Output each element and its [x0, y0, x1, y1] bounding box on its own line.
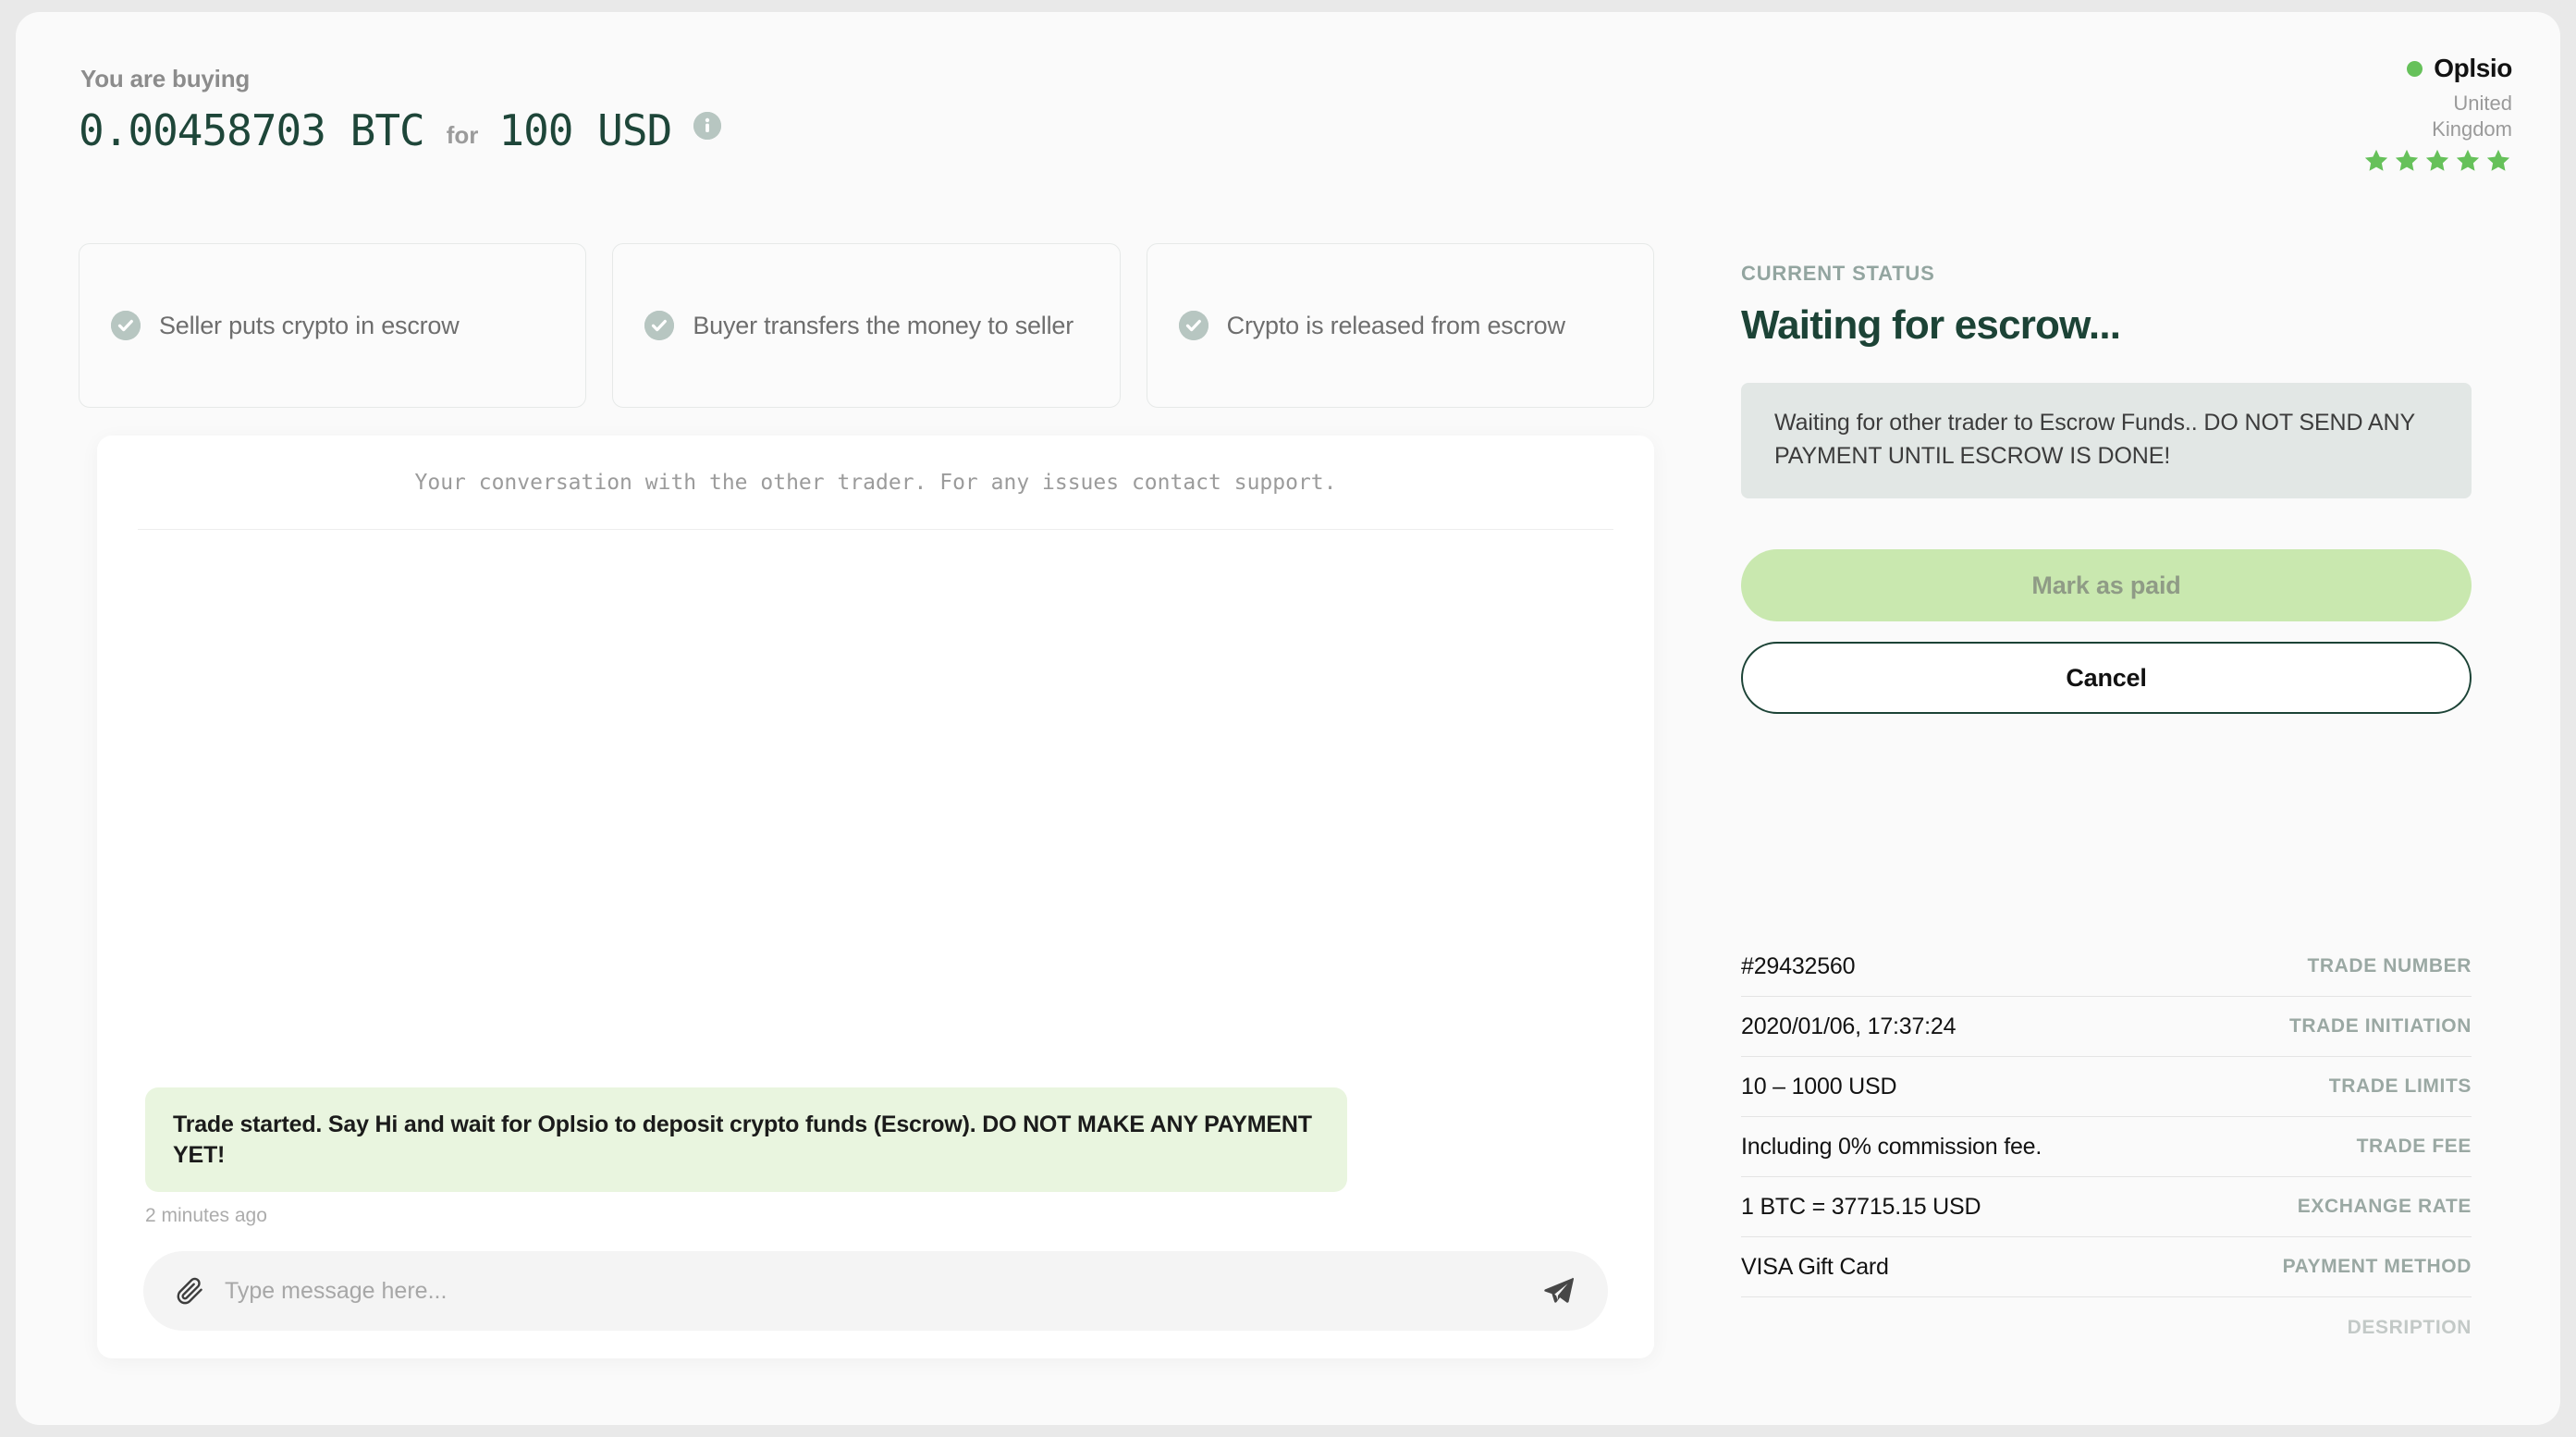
chat-message-list: Trade started. Say Hi and wait for Oplsi…: [97, 530, 1654, 1260]
detail-key: TRADE NUMBER: [2307, 955, 2472, 976]
table-row: #29432560 TRADE NUMBER: [1741, 937, 2472, 997]
step-label: Seller puts crypto in escrow: [159, 311, 460, 339]
table-row: Including 0% commission fee. TRADE FEE: [1741, 1117, 2472, 1177]
cancel-button[interactable]: Cancel: [1741, 642, 2472, 714]
send-icon[interactable]: [1541, 1273, 1576, 1308]
trader-brand: Oplsio United Kingdom: [2272, 54, 2512, 175]
page-header: You are buying 0.00458703 BTC for 100 US…: [16, 12, 2560, 197]
detail-value: 2020/01/06, 17:37:24: [1741, 1013, 1957, 1039]
trade-steps: Seller puts crypto in escrow Buyer trans…: [79, 243, 1654, 408]
detail-value: #29432560: [1741, 952, 1856, 979]
chat-message: Trade started. Say Hi and wait for Oplsi…: [145, 1087, 1347, 1227]
message-input[interactable]: [225, 1277, 1521, 1305]
fiat-amount: 100 USD: [498, 105, 672, 155]
page-subtitle: You are buying: [80, 65, 251, 92]
step-label: Crypto is released from escrow: [1226, 311, 1565, 339]
star-icon: [2364, 149, 2388, 171]
detail-key: TRADE INITIATION: [2288, 1015, 2472, 1037]
status-panel: CURRENT STATUS Waiting for escrow... Wai…: [1741, 262, 2472, 714]
step-card-2: Buyer transfers the money to seller: [612, 243, 1121, 408]
brand-row: Oplsio: [2272, 54, 2512, 83]
mark-as-paid-button[interactable]: Mark as paid: [1741, 549, 2472, 621]
check-circle-icon: [111, 311, 141, 340]
table-row: VISA Gift Card PAYMENT METHOD: [1741, 1237, 2472, 1297]
paperclip-icon[interactable]: [175, 1276, 204, 1306]
trade-details-table: #29432560 TRADE NUMBER 2020/01/06, 17:37…: [1741, 937, 2472, 1357]
detail-key: TRADE LIMITS: [2328, 1075, 2472, 1097]
detail-value: 1 BTC = 37715.15 USD: [1741, 1193, 1981, 1220]
status-notice: Waiting for other trader to Escrow Funds…: [1741, 383, 2472, 498]
step-label: Buyer transfers the money to seller: [693, 311, 1074, 339]
star-icon: [2395, 149, 2419, 171]
trade-page-frame: You are buying 0.00458703 BTC for 100 US…: [16, 12, 2560, 1425]
star-icon: [2425, 149, 2449, 171]
trader-name: Oplsio: [2434, 54, 2512, 82]
chat-header: Your conversation with the other trader.…: [138, 436, 1613, 530]
star-icon: [2456, 149, 2480, 171]
info-icon[interactable]: [693, 112, 722, 140]
table-row: DESRIPTION: [1741, 1297, 2472, 1357]
detail-value: Including 0% commission fee.: [1741, 1133, 2042, 1160]
step-card-1: Seller puts crypto in escrow: [79, 243, 587, 408]
table-row: 2020/01/06, 17:37:24 TRADE INITIATION: [1741, 997, 2472, 1057]
chat-message-time: 2 minutes ago: [145, 1205, 267, 1226]
step-card-3: Crypto is released from escrow: [1146, 243, 1654, 408]
crypto-amount: 0.00458703 BTC: [79, 105, 425, 155]
detail-key: TRADE FEE: [2356, 1136, 2472, 1157]
chat-input-bar[interactable]: [143, 1251, 1608, 1331]
online-status-dot: [2407, 60, 2423, 77]
detail-key: PAYMENT METHOD: [2282, 1256, 2472, 1277]
chat-card: Your conversation with the other trader.…: [97, 436, 1654, 1358]
chat-message-bubble: Trade started. Say Hi and wait for Oplsi…: [145, 1087, 1347, 1192]
detail-value: 10 – 1000 USD: [1741, 1073, 1897, 1099]
star-icon: [2486, 149, 2510, 171]
chat-header-note: Your conversation with the other trader.…: [414, 470, 1337, 495]
detail-value: VISA Gift Card: [1741, 1253, 1889, 1280]
table-row: 1 BTC = 37715.15 USD EXCHANGE RATE: [1741, 1177, 2472, 1237]
detail-key: DESRIPTION: [2347, 1316, 2472, 1338]
detail-key: EXCHANGE RATE: [2297, 1196, 2472, 1217]
current-status-title: Waiting for escrow...: [1741, 302, 2121, 348]
check-circle-icon: [1178, 311, 1208, 340]
trader-country: United Kingdom: [2432, 92, 2512, 141]
trader-rating-stars: [2272, 147, 2512, 175]
trade-amount-row: 0.00458703 BTC for 100 USD: [79, 105, 722, 155]
table-row: 10 – 1000 USD TRADE LIMITS: [1741, 1057, 2472, 1117]
current-status-label: CURRENT STATUS: [1741, 262, 1935, 285]
for-label: for: [446, 121, 479, 149]
check-circle-icon: [644, 311, 675, 340]
